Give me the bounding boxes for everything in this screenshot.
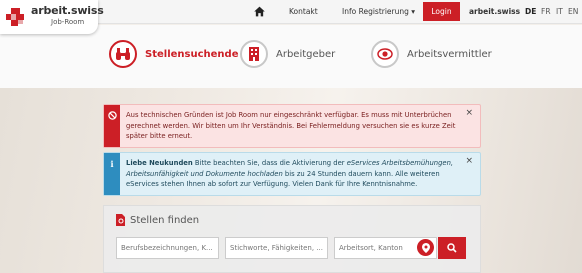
building-icon — [240, 40, 268, 68]
alert-info-sidebar: i — [104, 153, 120, 195]
search-icon — [447, 243, 457, 253]
search-title-label: Stellen finden — [130, 214, 200, 226]
nav-info-registrierung-dropdown[interactable]: Info Registrierung ▾ — [342, 7, 415, 16]
technical-notice-text: Aus technischen Gründen ist Job Room nur… — [126, 111, 456, 140]
logo-subtitle: Job-Room — [51, 18, 85, 26]
category-arbeitsvermittler[interactable]: Arbeitsvermittler — [371, 37, 492, 71]
new-customer-info-alert: i Liebe Neukunden Bitte beachten Sie, da… — [103, 152, 481, 196]
category-arbeitgeber-label: Arbeitgeber — [276, 48, 336, 60]
lang-fr[interactable]: FR — [541, 7, 551, 16]
document-search-icon — [116, 214, 125, 226]
technical-notice-alert: Aus technischen Gründen ist Job Room nur… — [103, 104, 481, 148]
login-button[interactable]: Login — [423, 2, 460, 21]
keywords-search-input[interactable] — [225, 237, 328, 259]
search-title: Stellen finden — [116, 214, 199, 226]
lang-it[interactable]: IT — [556, 7, 563, 16]
new-customer-info-text: Liebe Neukunden Bitte beachten Sie, dass… — [126, 158, 460, 190]
eye-icon — [371, 40, 399, 68]
info-bold-heading: Liebe Neukunden — [126, 159, 193, 167]
top-header: arbeit.swiss Job-Room Kontakt Info Regis… — [0, 0, 582, 34]
search-button[interactable] — [438, 237, 466, 259]
home-icon[interactable] — [253, 5, 266, 18]
category-stellensuchende[interactable]: Stellensuchende — [109, 37, 238, 71]
lang-en[interactable]: EN — [568, 7, 578, 16]
info-icon: i — [110, 159, 114, 169]
category-bar: Stellensuchende Arbeitgeber Arbeitsvermi… — [0, 25, 582, 88]
nav-kontakt-link[interactable]: Kontakt — [289, 7, 318, 16]
logo-title: arbeit.swiss — [31, 4, 104, 17]
info-text-part1: Bitte beachten Sie, dass die Aktivierung… — [192, 159, 347, 167]
category-arbeitsvermittler-label: Arbeitsvermittler — [407, 48, 492, 60]
logo[interactable]: arbeit.swiss Job-Room — [0, 0, 104, 34]
lang-de[interactable]: DE — [525, 7, 536, 16]
occupation-search-input[interactable] — [116, 237, 219, 259]
close-icon[interactable]: × — [465, 156, 473, 167]
binoculars-icon — [109, 40, 137, 68]
nav-brand-label: arbeit.swiss — [469, 7, 521, 16]
logo-mark-icon — [6, 8, 26, 26]
category-arbeitgeber[interactable]: Arbeitgeber — [240, 37, 335, 71]
ban-icon — [107, 111, 117, 120]
close-icon[interactable]: × — [465, 108, 473, 119]
category-stellensuchende-label: Stellensuchende — [145, 48, 239, 60]
alert-danger-sidebar — [104, 105, 120, 147]
nav-brand-link[interactable]: arbeit.swiss — [469, 7, 520, 16]
job-search-panel: Stellen finden — [103, 205, 481, 273]
location-pin-icon[interactable] — [417, 239, 434, 256]
